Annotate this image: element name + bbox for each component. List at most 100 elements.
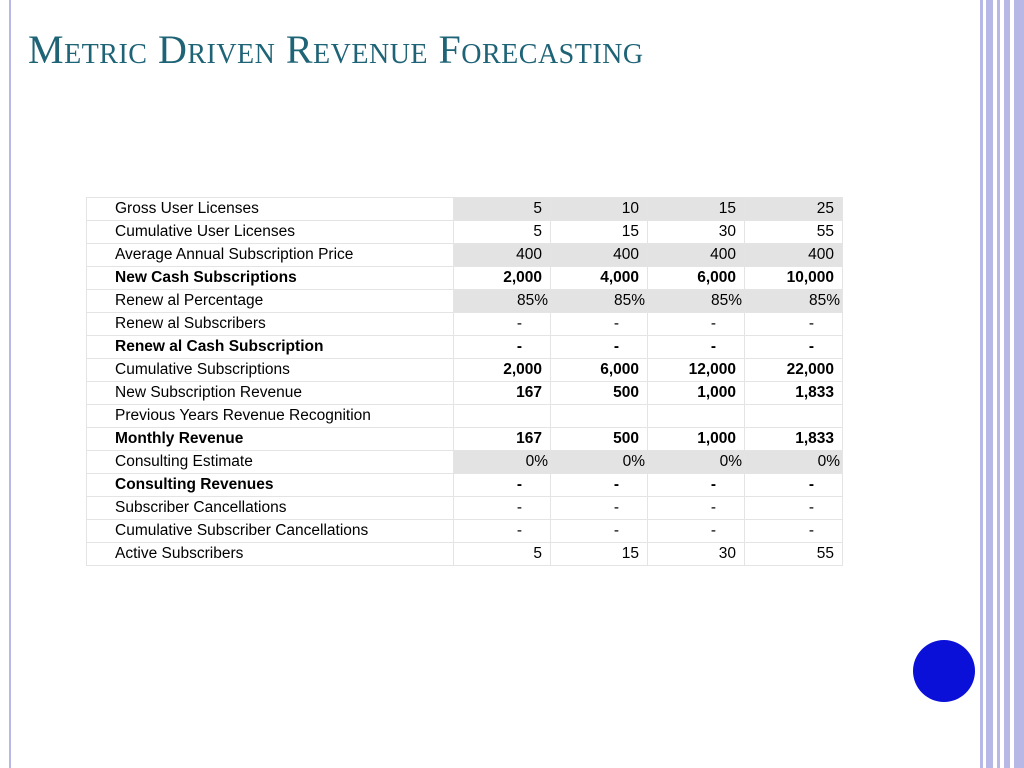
table-row: Previous Years Revenue Recognition (86, 404, 843, 428)
value-cell: - (744, 519, 843, 543)
value-cell: - (744, 335, 843, 359)
value-cell: 500 (550, 381, 648, 405)
row-label: Monthly Revenue (86, 427, 454, 451)
row-label: Active Subscribers (86, 542, 454, 566)
value-cell: 15 (550, 542, 648, 566)
value-cell: 0% (647, 450, 745, 474)
right-border-bars (980, 0, 1024, 768)
value-cell: 85% (647, 289, 745, 313)
row-label: Gross User Licenses (86, 197, 454, 221)
value-cell: 55 (744, 542, 843, 566)
row-label: Cumulative Subscriber Cancellations (86, 519, 454, 543)
row-label: Consulting Estimate (86, 450, 454, 474)
value-cell: 0% (453, 450, 551, 474)
value-cell: - (550, 473, 648, 497)
row-label: Renew al Cash Subscription (86, 335, 454, 359)
value-cell: 0% (744, 450, 843, 474)
value-cell (647, 404, 745, 428)
value-cell: - (550, 335, 648, 359)
value-cell: - (647, 496, 745, 520)
row-label: Consulting Revenues (86, 473, 454, 497)
value-cell: 4,000 (550, 266, 648, 290)
value-cell (550, 404, 648, 428)
value-cell (453, 404, 551, 428)
value-cell: 6,000 (647, 266, 745, 290)
value-cell: 85% (550, 289, 648, 313)
row-label: Average Annual Subscription Price (86, 243, 454, 267)
table-row: Cumulative User Licenses 5 15 30 55 (86, 220, 843, 244)
value-cell: 5 (453, 220, 551, 244)
table-row: Monthly Revenue 167 500 1,000 1,833 (86, 427, 843, 451)
table-row: Consulting Revenues - - - - (86, 473, 843, 497)
value-cell: 400 (647, 243, 745, 267)
value-cell: - (550, 519, 648, 543)
value-cell: - (453, 519, 551, 543)
value-cell: 25 (744, 197, 843, 221)
table-row: New Subscription Revenue 167 500 1,000 1,833 (86, 381, 843, 405)
value-cell: 12,000 (647, 358, 745, 382)
table-row: Renew al Percentage 85% 85% 85% 85% (86, 289, 843, 313)
row-label: Subscriber Cancellations (86, 496, 454, 520)
value-cell: 5 (453, 542, 551, 566)
table-row: Cumulative Subscriber Cancellations - - - - (86, 519, 843, 543)
value-cell: - (453, 496, 551, 520)
value-cell: 10 (550, 197, 648, 221)
table-row: Subscriber Cancellations - - - - (86, 496, 843, 520)
value-cell: - (647, 312, 745, 336)
value-cell: 1,833 (744, 427, 843, 451)
table-row: Average Annual Subscription Price 400 400 4… (86, 243, 843, 267)
forecast-table: Gross User Licenses 5 10 15 25 Cumulative Use… (86, 197, 843, 566)
value-cell: - (744, 496, 843, 520)
value-cell: 1,000 (647, 427, 745, 451)
row-label: Cumulative Subscriptions (86, 358, 454, 382)
value-cell: - (744, 473, 843, 497)
value-cell: - (453, 473, 551, 497)
value-cell: 400 (744, 243, 843, 267)
table-row: Renew al Cash Subscription - - - - (86, 335, 843, 359)
row-label: Cumulative User Licenses (86, 220, 454, 244)
value-cell: 22,000 (744, 358, 843, 382)
value-cell: 1,000 (647, 381, 745, 405)
value-cell: 30 (647, 220, 745, 244)
value-cell: - (647, 335, 745, 359)
table-row: Gross User Licenses 5 10 15 25 (86, 197, 843, 221)
value-cell: 1,833 (744, 381, 843, 405)
value-cell: - (744, 312, 843, 336)
value-cell: 500 (550, 427, 648, 451)
value-cell (744, 404, 843, 428)
value-cell: 6,000 (550, 358, 648, 382)
value-cell: 400 (453, 243, 551, 267)
value-cell: - (647, 473, 745, 497)
value-cell: 0% (550, 450, 648, 474)
row-label: Previous Years Revenue Recognition (86, 404, 454, 428)
value-cell: 167 (453, 427, 551, 451)
value-cell: 30 (647, 542, 745, 566)
row-label: New Subscription Revenue (86, 381, 454, 405)
value-cell: 2,000 (453, 358, 551, 382)
table-row: New Cash Subscriptions 2,000 4,000 6,000 10,… (86, 266, 843, 290)
table-row: Cumulative Subscriptions 2,000 6,000 12,000… (86, 358, 843, 382)
value-cell: 15 (647, 197, 745, 221)
value-cell: 5 (453, 197, 551, 221)
value-cell: 85% (744, 289, 843, 313)
value-cell: 15 (550, 220, 648, 244)
value-cell: 85% (453, 289, 551, 313)
value-cell: 167 (453, 381, 551, 405)
value-cell: - (550, 496, 648, 520)
left-border-line (9, 0, 11, 768)
value-cell: 55 (744, 220, 843, 244)
slide-title: Metric Driven Revenue Forecasting (28, 27, 644, 72)
value-cell: - (550, 312, 648, 336)
table-row: Consulting Estimate 0% 0% 0% 0% (86, 450, 843, 474)
row-label: New Cash Subscriptions (86, 266, 454, 290)
row-label: Renew al Subscribers (86, 312, 454, 336)
nav-circle-button[interactable] (913, 640, 975, 702)
table-row: Renew al Subscribers - - - - (86, 312, 843, 336)
value-cell: 2,000 (453, 266, 551, 290)
value-cell: 10,000 (744, 266, 843, 290)
value-cell: 400 (550, 243, 648, 267)
value-cell: - (453, 335, 551, 359)
value-cell: - (647, 519, 745, 543)
table-row: Active Subscribers 5 15 30 55 (86, 542, 843, 566)
value-cell: - (453, 312, 551, 336)
